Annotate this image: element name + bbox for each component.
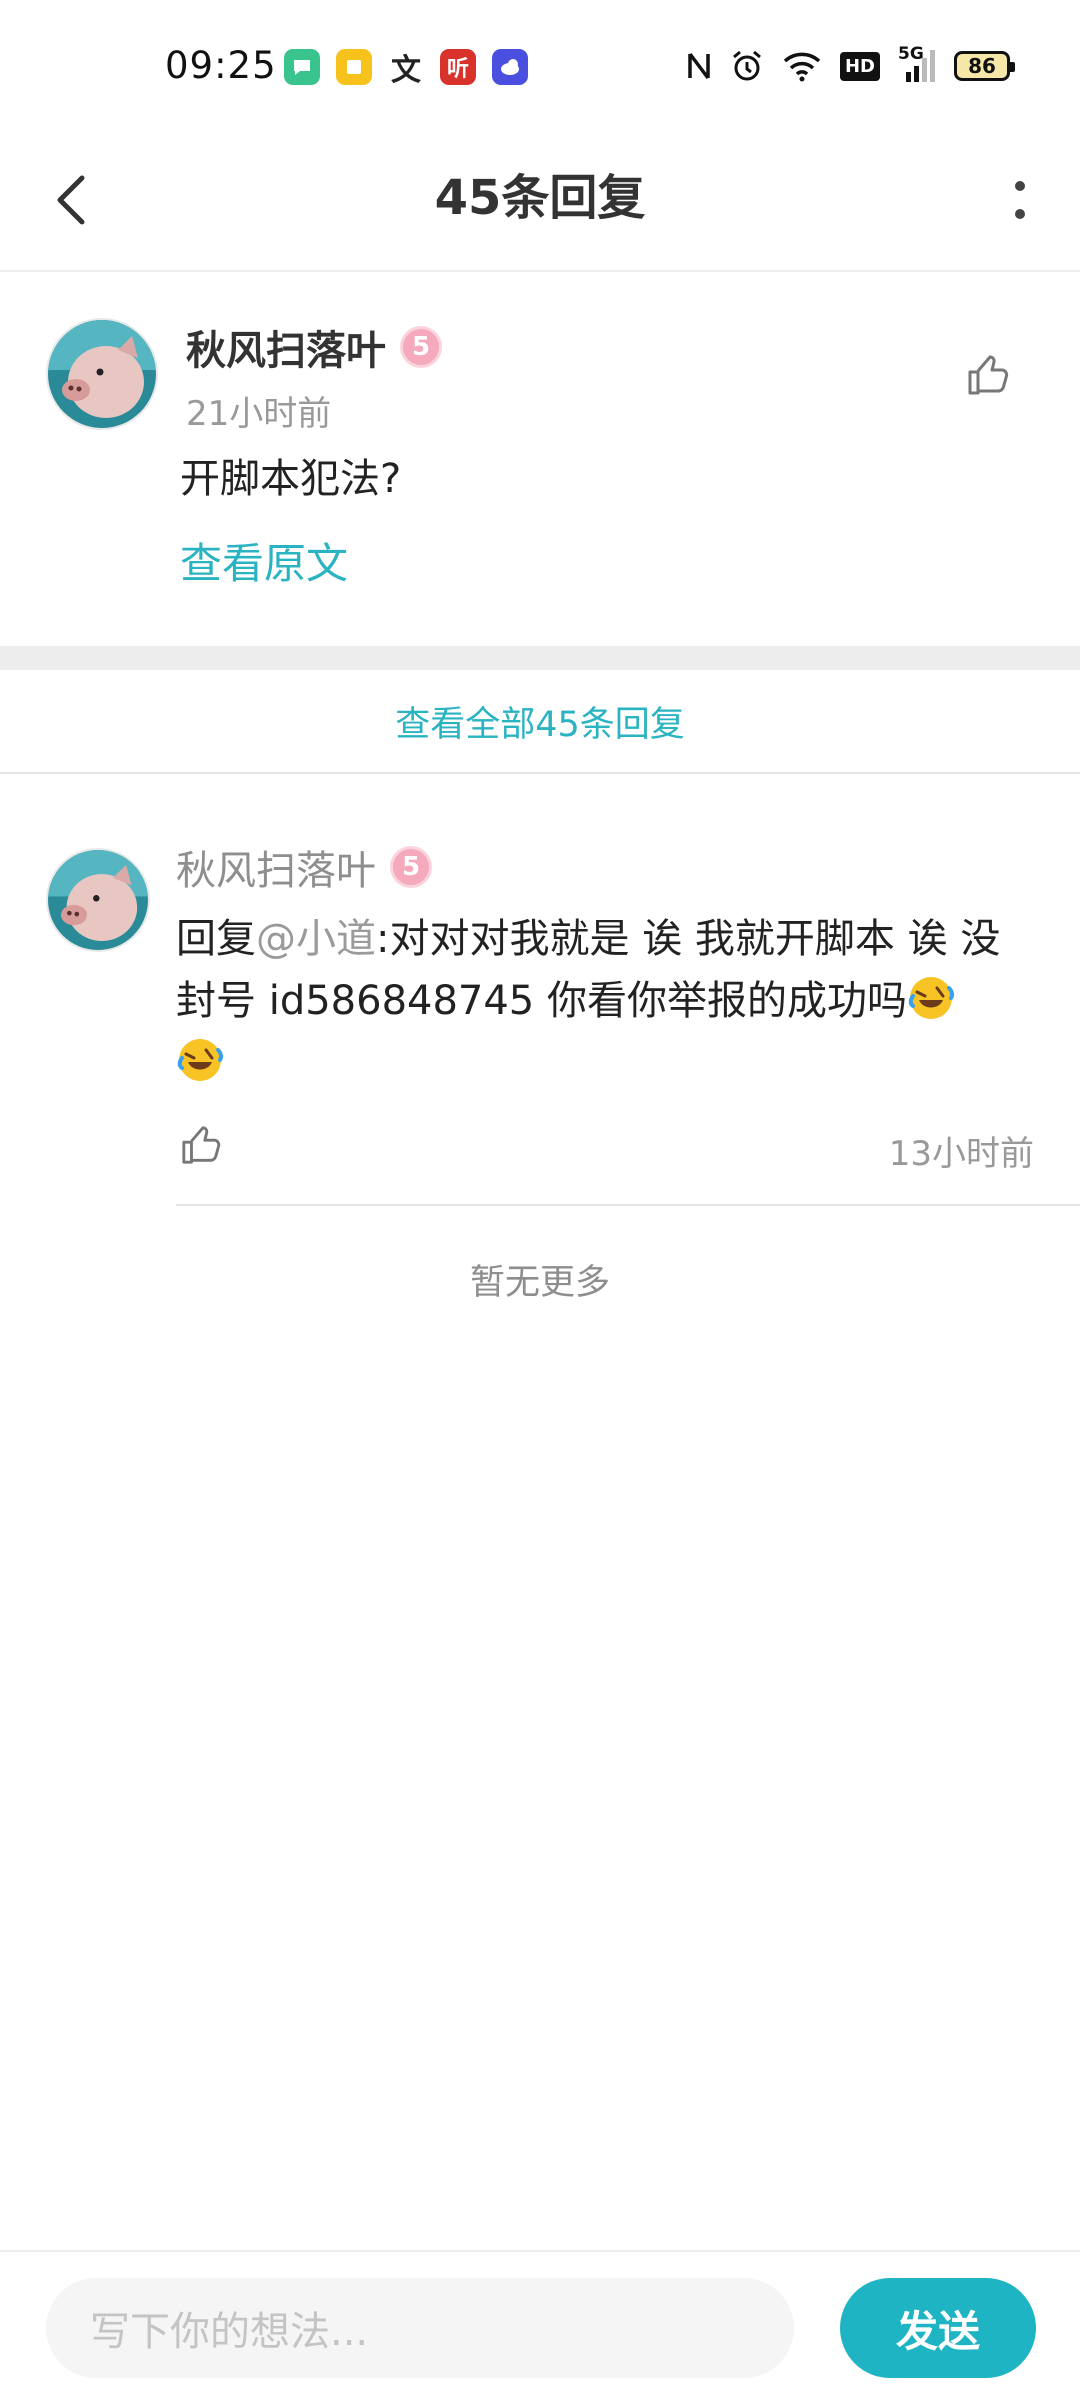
hd-icon: HD: [839, 51, 880, 81]
battery-indicator: 86: [954, 51, 1015, 81]
main-comment-text: 开脚本犯法?: [180, 456, 402, 502]
view-original-link[interactable]: 查看原文: [180, 530, 348, 591]
composer-bar: 写下你的想法... 发送: [0, 2250, 1080, 2400]
send-button[interactable]: 发送: [840, 2278, 1036, 2378]
thumbs-up-icon: [182, 1126, 221, 1164]
nfc-icon: [688, 52, 710, 80]
reply-divider: [176, 1204, 1080, 1206]
no-more-indicator: 暂无更多: [469, 1263, 610, 1303]
rofl-emoji-icon: [177, 1039, 224, 1081]
reply-username[interactable]: 秋风扫落叶: [176, 838, 376, 896]
comment-input[interactable]: 写下你的想法...: [46, 2278, 794, 2378]
reply-like-button[interactable]: [176, 1120, 226, 1170]
reply-prefix: 回复: [176, 916, 256, 962]
more-vertical-icon: [1015, 181, 1025, 219]
reply-user: 秋风扫落叶 5: [176, 838, 432, 896]
signal-5g-icon: 5G: [898, 44, 936, 84]
listen-icon: 听: [440, 49, 476, 85]
main-comment-username[interactable]: 秋风扫落叶: [186, 318, 386, 376]
section-divider: [0, 646, 1080, 670]
main-comment-user: 秋风扫落叶 5: [186, 318, 442, 376]
mention-link[interactable]: @小道: [256, 916, 376, 962]
user-level-badge: 5: [390, 846, 432, 888]
main-comment-time: 21小时前: [186, 394, 332, 434]
top-app-bar: 45条回复: [0, 130, 1080, 272]
translate-icon: 文: [388, 49, 424, 88]
user-level-badge: 5: [400, 326, 442, 368]
main-comment-avatar[interactable]: [46, 318, 158, 430]
thumbs-up-icon: [968, 355, 1009, 395]
translate-glyph: 文: [391, 53, 421, 88]
more-options-button[interactable]: [990, 160, 1050, 240]
wifi-icon: [783, 52, 821, 82]
weather-icon: [492, 49, 528, 85]
status-bar: 09:25 文 听 HD 5G 86: [0, 0, 1080, 130]
status-app-icons: 文 听: [284, 49, 528, 88]
reply-text: 回复@小道:对对对我就是 诶 我就开脚本 诶 没封号 id586848745 你…: [176, 908, 1026, 1094]
status-indicators: HD 5G 86: [686, 44, 1015, 84]
main-comment-like-button[interactable]: [958, 345, 1018, 405]
reply-time: 13小时前: [888, 1134, 1034, 1174]
listen-app-label: 听: [446, 57, 469, 82]
view-all-replies-link[interactable]: 查看全部45条回复: [0, 670, 1080, 774]
page-title: 45条回复: [434, 170, 646, 226]
rofl-emoji-icon: [908, 977, 955, 1019]
message-icon: [284, 49, 320, 85]
status-time: 09:25: [165, 44, 277, 87]
alarm-icon: [733, 50, 761, 81]
reply-avatar[interactable]: [46, 848, 150, 952]
note-icon: [336, 49, 372, 85]
